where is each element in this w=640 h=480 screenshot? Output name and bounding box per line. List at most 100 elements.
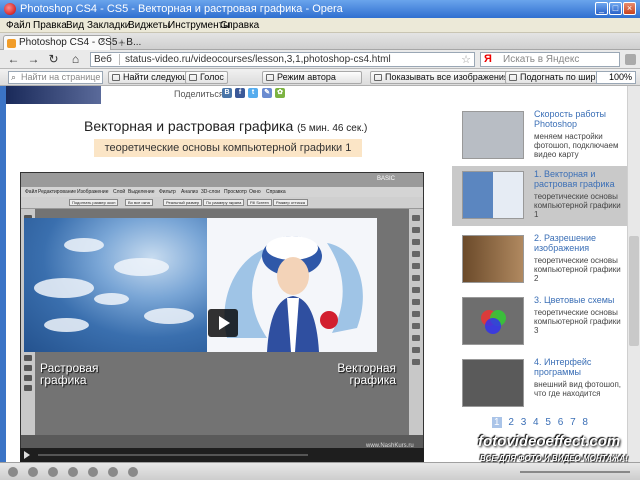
- menu-item-help[interactable]: Справка: [220, 20, 259, 31]
- forward-icon[interactable]: →: [26, 52, 41, 67]
- menu-item-widgets[interactable]: Виджеты: [128, 20, 170, 31]
- lesson-title-link[interactable]: Скорость работы Photoshop: [534, 109, 626, 129]
- page-link[interactable]: 8: [582, 417, 588, 428]
- tab-bar: Photoshop CS4 - CS5 - В... × +: [0, 33, 640, 50]
- minimize-button[interactable]: _: [595, 2, 608, 15]
- video-progress-bar[interactable]: [38, 454, 308, 456]
- images-icon: [374, 74, 382, 81]
- lesson-desc: внешний вид фотошоп, что где находится: [534, 380, 622, 398]
- downloads-icon[interactable]: [108, 467, 118, 477]
- pagination: 1 2 3 4 5 6 7 8: [492, 417, 592, 428]
- zoom-select[interactable]: 100%: [596, 71, 636, 84]
- home-icon[interactable]: ⌂: [68, 52, 83, 67]
- vector-label: Векторная графика: [337, 361, 396, 387]
- page-link[interactable]: 6: [558, 417, 564, 428]
- page-link[interactable]: 2: [508, 417, 514, 428]
- list-item[interactable]: Скорость работы Photoshop меняем настрой…: [452, 106, 627, 166]
- ps-menu-item: Фильтр: [159, 189, 176, 195]
- maximize-button[interactable]: □: [609, 2, 622, 15]
- facebook-icon[interactable]: f: [235, 88, 245, 98]
- ps-option: Во все окна: [125, 199, 153, 206]
- ps-menu-item: Просмотр: [224, 189, 247, 195]
- list-item[interactable]: 2. Разрешение изображения теоретические …: [452, 230, 627, 290]
- menu-item-view[interactable]: Вид: [66, 20, 84, 31]
- lesson-title-text: Векторная и растровая графика: [84, 118, 294, 134]
- lesson-desc: теоретические основы компьютерной график…: [534, 256, 621, 283]
- author-mode-select[interactable]: Режим автора: [262, 71, 362, 84]
- author-mode-label: Режим автора: [277, 72, 336, 82]
- find-toolbar: ⌕ Найти на странице Найти следующее Голо…: [0, 69, 640, 86]
- lesson-thumbnail: [462, 171, 524, 219]
- history-icon[interactable]: [128, 467, 138, 477]
- search-input[interactable]: Я Искать в Яндекс: [480, 52, 620, 67]
- scrollbar-thumb[interactable]: [629, 236, 639, 346]
- menu-item-bookmarks[interactable]: Закладки: [87, 20, 130, 31]
- window-title: Photoshop CS4 - CS5 - Векторная и растро…: [20, 3, 343, 15]
- page-link-current[interactable]: 1: [492, 417, 502, 428]
- feed-icon[interactable]: [625, 54, 636, 65]
- reload-icon[interactable]: ↻: [46, 52, 61, 67]
- turbo-icon[interactable]: [48, 467, 58, 477]
- photoshop-menu: Файл Редактирование Изображение Слой Выд…: [21, 187, 423, 197]
- zoom-slider[interactable]: [520, 471, 630, 473]
- unite-icon[interactable]: [28, 467, 38, 477]
- lesson-subtitle: теоретические основы компьютерной график…: [94, 139, 362, 157]
- notes-icon[interactable]: [88, 467, 98, 477]
- show-images-button[interactable]: Показывать все изображения: [370, 71, 513, 84]
- lesson-title-link[interactable]: 3. Цветовые схемы: [534, 295, 626, 305]
- lesson-title-link[interactable]: 1. Векторная и растровая графика: [534, 169, 626, 189]
- lesson-title-link[interactable]: 4. Интерфейс программы: [534, 357, 626, 377]
- lesson-desc: меняем настройки фотошоп, подключаем вид…: [534, 132, 619, 159]
- play-button[interactable]: [208, 309, 238, 337]
- panel-toggle-icon[interactable]: [8, 467, 18, 477]
- fit-width-icon: [509, 74, 517, 81]
- play-icon[interactable]: [24, 451, 30, 459]
- list-item[interactable]: 3. Цветовые схемы теоретические основы к…: [452, 292, 627, 352]
- list-item-active[interactable]: 1. Векторная и растровая графика теорети…: [452, 166, 627, 226]
- ps-menu-item: Файл: [25, 189, 38, 195]
- ps-option: Fill Screen: [247, 199, 272, 206]
- url-field[interactable]: Веб status-video.ru/videocourses/lesson,…: [90, 52, 475, 67]
- find-input[interactable]: ⌕ Найти на странице: [8, 71, 103, 84]
- ps-menu-item: Выделение: [128, 189, 155, 195]
- url-text: status-video.ru/videocourses/lesson,3,1,…: [125, 54, 391, 65]
- google-share-icon[interactable]: ✿: [275, 88, 285, 98]
- livejournal-icon[interactable]: ✎: [262, 88, 272, 98]
- browser-tab[interactable]: Photoshop CS4 - CS5 - В... ×: [3, 35, 141, 50]
- lesson-thumbnail: [462, 235, 524, 283]
- lesson-thumbnail: [462, 297, 524, 345]
- back-icon[interactable]: ←: [6, 52, 21, 67]
- raster-image: [24, 218, 207, 352]
- twitter-icon[interactable]: t: [248, 88, 258, 98]
- search-icon: ⌕: [11, 72, 17, 82]
- video-control-bar: [20, 448, 424, 462]
- lesson-title-link[interactable]: 2. Разрешение изображения: [534, 233, 626, 253]
- ps-menu-item: Справка: [266, 189, 286, 195]
- menu-item-edit[interactable]: Правка: [33, 20, 67, 31]
- vk-icon[interactable]: B: [222, 88, 232, 98]
- window-title-bar: Photoshop CS4 - CS5 - Векторная и растро…: [0, 0, 640, 18]
- find-next-icon: [112, 74, 120, 81]
- close-window-button[interactable]: ×: [623, 2, 636, 15]
- photoshop-panels: [409, 209, 423, 435]
- new-tab-button[interactable]: +: [118, 35, 126, 50]
- share-label: Поделиться:: [174, 89, 227, 99]
- author-mode-icon: [266, 74, 274, 81]
- list-item[interactable]: 4. Интерфейс программы внешний вид фотош…: [452, 354, 627, 414]
- web-page: Поделиться: B f t ✎ ✿ Векторная и растро…: [6, 86, 627, 462]
- yandex-logo-icon: Я: [484, 53, 492, 65]
- close-tab-icon[interactable]: ×: [100, 36, 106, 47]
- speed-dial-icon[interactable]: [68, 467, 78, 477]
- page-link[interactable]: 3: [521, 417, 527, 428]
- vertical-scrollbar[interactable]: [627, 86, 640, 462]
- page-link[interactable]: 4: [533, 417, 539, 428]
- menu-item-file[interactable]: Файл: [6, 20, 31, 31]
- page-link[interactable]: 7: [570, 417, 576, 428]
- list-item[interactable]: [452, 86, 627, 90]
- ps-menu-item: Окно: [249, 189, 261, 195]
- voice-button[interactable]: Голос: [185, 71, 228, 84]
- voice-label: Голос: [200, 72, 224, 82]
- bookmark-star-icon[interactable]: ☆: [461, 53, 471, 66]
- ps-menu-item: Слой: [113, 189, 126, 195]
- page-link[interactable]: 5: [545, 417, 551, 428]
